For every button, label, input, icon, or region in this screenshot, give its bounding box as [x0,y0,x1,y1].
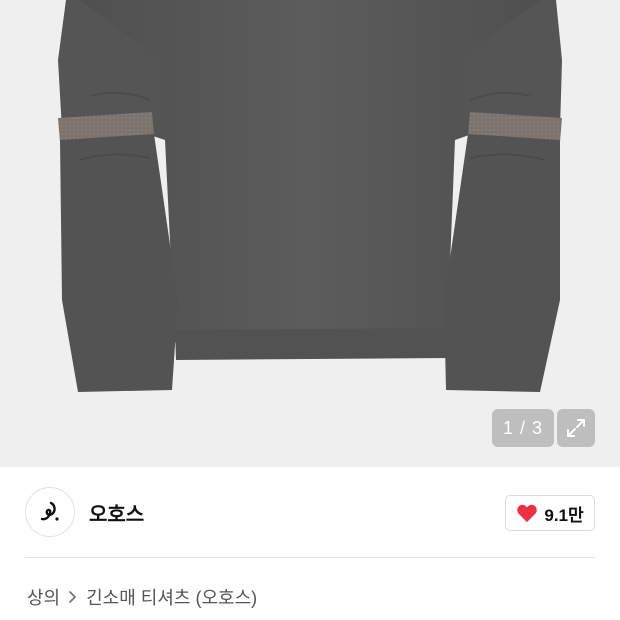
like-button[interactable]: 9.1만 [505,495,595,531]
breadcrumb: 상의 긴소매 티셔츠 (오호스) [27,584,257,610]
expand-icon [567,419,585,437]
heart-icon [517,504,538,523]
breadcrumb-item-category[interactable]: 상의 [27,584,60,610]
expand-button[interactable] [557,409,595,447]
product-image [58,0,562,392]
product-image-gallery[interactable]: 1 / 3 [0,0,620,467]
divider [25,557,595,558]
like-count: 9.1만 [544,505,584,525]
chevron-right-icon [68,590,78,604]
brand-row: 오호스 9.1만 [0,467,620,557]
brand-name[interactable]: 오호스 [89,498,144,527]
brand-logo[interactable] [25,487,75,537]
breadcrumb-item-subcategory[interactable]: 긴소매 티셔츠 (오호스) [86,584,257,610]
brand-swirl-logo [40,501,59,521]
image-counter: 1 / 3 [492,409,554,447]
